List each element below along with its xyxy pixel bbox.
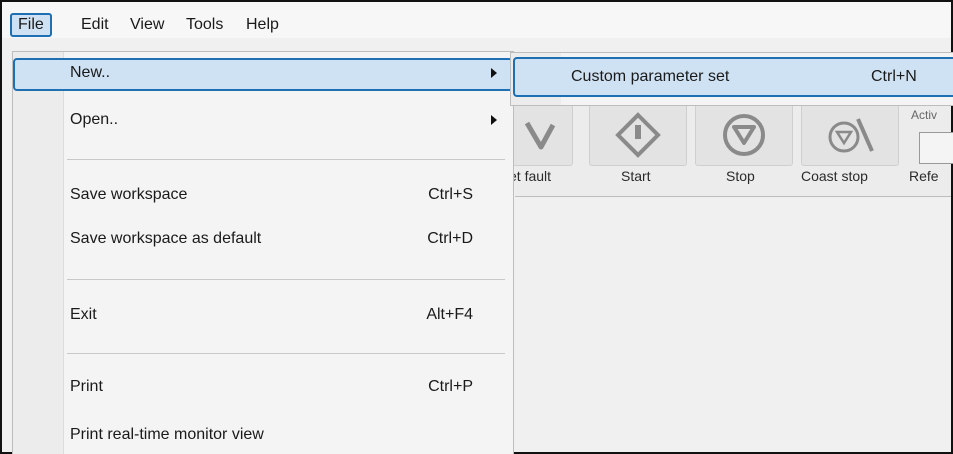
menu-separator <box>67 159 505 160</box>
start-button[interactable] <box>589 104 687 166</box>
menu-item-label: Print real-time monitor view <box>70 426 264 443</box>
menu-item-exit[interactable]: Exit Alt+F4 <box>13 300 513 330</box>
menu-item-shortcut: Ctrl+S <box>428 186 473 203</box>
menu-item-label: Save workspace <box>70 186 188 203</box>
menu-item-custom-parameter-set[interactable]: Custom parameter set Ctrl+N <box>513 57 953 97</box>
file-menu-dropdown: New.. Open.. Save workspace Ctrl+S Save … <box>12 51 514 454</box>
coast-stop-icon <box>828 118 874 153</box>
reference-label: Refe <box>909 168 939 184</box>
menu-item-save-workspace[interactable]: Save workspace Ctrl+S <box>13 180 513 210</box>
menu-item-label: Print <box>70 378 103 395</box>
menu-item-label: Custom parameter set <box>571 68 730 85</box>
active-field[interactable] <box>919 132 953 164</box>
menu-view[interactable]: View <box>124 13 170 37</box>
stop-icon <box>723 114 765 156</box>
menu-item-shortcut: Ctrl+P <box>428 378 473 395</box>
menu-item-label: Open.. <box>70 111 119 128</box>
submenu-arrow-icon <box>491 68 497 78</box>
menu-file[interactable]: File <box>10 13 52 37</box>
reset-fault-icon <box>524 121 556 150</box>
menu-item-print-monitor-view[interactable]: Print real-time monitor view <box>13 420 513 450</box>
menu-item-label: Save workspace as default <box>70 230 262 247</box>
submenu-arrow-icon <box>491 115 497 125</box>
menu-item-shortcut: Alt+F4 <box>426 306 473 323</box>
menu-separator <box>67 353 505 354</box>
menu-tools[interactable]: Tools <box>180 13 229 37</box>
coast-stop-button[interactable] <box>801 104 899 166</box>
reset-fault-label: et fault <box>509 168 552 184</box>
coast-stop-label: Coast stop <box>801 168 868 184</box>
menu-item-shortcut: Ctrl+N <box>871 68 917 85</box>
menu-separator <box>67 279 505 280</box>
start-label: Start <box>621 168 651 184</box>
menu-item-print[interactable]: Print Ctrl+P <box>13 372 513 402</box>
active-label: Activ <box>911 108 938 122</box>
menu-item-new[interactable]: New.. <box>13 58 513 91</box>
stop-label: Stop <box>726 168 755 184</box>
toolbar: Activ et fault Start Stop Coast stop Ref… <box>505 96 953 197</box>
menu-item-open[interactable]: Open.. <box>13 105 513 135</box>
menu-item-label: Exit <box>70 306 97 323</box>
start-icon <box>615 112 661 158</box>
menu-item-save-workspace-default[interactable]: Save workspace as default Ctrl+D <box>13 224 513 254</box>
menu-edit[interactable]: Edit <box>75 13 115 37</box>
menu-item-label: New.. <box>70 64 111 81</box>
reset-fault-button[interactable] <box>505 104 573 166</box>
new-submenu: Custom parameter set Ctrl+N <box>510 52 953 106</box>
menu-bar: File Edit View Tools Help <box>2 2 951 38</box>
menu-item-shortcut: Ctrl+D <box>427 230 473 247</box>
menu-help[interactable]: Help <box>240 13 285 37</box>
stop-button[interactable] <box>695 104 793 166</box>
